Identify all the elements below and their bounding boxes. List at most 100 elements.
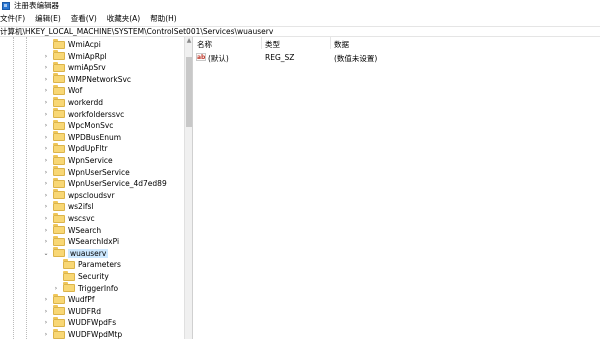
folder-icon: [53, 38, 65, 49]
expand-icon[interactable]: ›: [42, 237, 50, 247]
tree-node[interactable]: › WUDFRd: [42, 305, 101, 317]
folder-icon: [53, 119, 65, 130]
expand-icon[interactable]: ›: [42, 132, 50, 142]
folder-icon: [53, 131, 65, 142]
expand-icon[interactable]: ›: [42, 306, 50, 316]
expand-icon[interactable]: ›: [42, 144, 50, 154]
no-expander: [42, 40, 50, 50]
folder-icon: [53, 154, 65, 165]
tree-node[interactable]: › wpscloudsvr: [42, 189, 115, 201]
expand-icon[interactable]: ›: [42, 318, 50, 328]
tree-node-label: WMPNetworkSvc: [68, 74, 132, 84]
folder-icon: [63, 282, 75, 293]
column-type-header[interactable]: 类型: [265, 39, 280, 50]
menu-file[interactable]: 文件(F): [0, 13, 29, 24]
expand-icon[interactable]: ›: [42, 202, 50, 212]
folder-icon: [53, 305, 65, 316]
tree-scrollbar[interactable]: ▲: [184, 37, 192, 339]
tree-node[interactable]: › workfolderssvc: [42, 108, 124, 120]
menu-edit[interactable]: 编辑(E): [35, 13, 65, 24]
expand-icon[interactable]: ›: [42, 190, 50, 200]
expand-icon[interactable]: ›: [42, 295, 50, 305]
column-divider[interactable]: [330, 37, 331, 49]
expand-icon[interactable]: ›: [42, 63, 50, 73]
tree-node[interactable]: › WpnService: [42, 154, 113, 166]
expand-icon[interactable]: ›: [42, 86, 50, 96]
tree-node-label: WudfPf: [68, 295, 95, 305]
tree-node[interactable]: › workerdd: [42, 96, 103, 108]
key-tree[interactable]: WmiAcpi › WmiApRpl › wmiApSrv › WMPNetworkSvc ›…: [0, 37, 191, 339]
expand-icon[interactable]: ›: [42, 167, 50, 177]
value-row[interactable]: ab (默认) REG_SZ (数值未设置): [193, 52, 600, 63]
tree-node-label: WPDBusEnum: [68, 132, 122, 142]
menu-favorites[interactable]: 收藏夹(A): [107, 13, 144, 24]
tree-guide-line: [26, 37, 27, 339]
tree-node[interactable]: › WmiApRpl: [42, 50, 107, 62]
tree-node[interactable]: › Wof: [42, 84, 82, 96]
folder-icon: [53, 73, 65, 84]
tree-node[interactable]: › wscsvc: [42, 212, 95, 224]
expand-icon[interactable]: ›: [42, 98, 50, 108]
address-bar[interactable]: 计算机\HKEY_LOCAL_MACHINE\SYSTEM\ControlSet…: [0, 26, 600, 37]
tree-node[interactable]: › ws2ifsl: [42, 200, 94, 212]
tree-node-label: WUDFWpdMtp: [68, 330, 123, 339]
expand-icon[interactable]: ›: [42, 156, 50, 166]
registry-editor-icon: [2, 1, 10, 10]
folder-icon: [53, 328, 65, 339]
tree-node[interactable]: › WPDBusEnum: [42, 131, 122, 143]
expand-icon[interactable]: ›: [42, 179, 50, 189]
tree-node[interactable]: Security: [52, 270, 109, 282]
column-data-header[interactable]: 数据: [334, 39, 349, 50]
tree-node-label: wmiApSrv: [68, 63, 106, 73]
tree-node-label: WmiAcpi: [68, 40, 101, 49]
tree-node[interactable]: › WUDFWpdMtp: [42, 328, 123, 339]
menu-view[interactable]: 查看(V): [71, 13, 101, 24]
tree-node[interactable]: › WSearchIdxPi: [42, 235, 120, 247]
tree-node-label: WmiApRpl: [68, 51, 107, 61]
tree-node[interactable]: › WpdUpFltr: [42, 142, 108, 154]
folder-icon: [53, 166, 65, 177]
tree-node[interactable]: WmiAcpi: [42, 38, 101, 50]
expand-icon[interactable]: ›: [42, 330, 50, 339]
values-list[interactable]: 名称 类型 数据 ab (默认) REG_SZ (数值未设置): [193, 37, 600, 339]
folder-icon: [53, 247, 65, 258]
value-name: (默认): [208, 54, 229, 63]
tree-node-label: wpscloudsvr: [68, 190, 115, 200]
collapse-icon[interactable]: ⌄: [42, 248, 50, 258]
no-expander: [52, 272, 60, 282]
folder-icon: [53, 212, 65, 223]
tree-node[interactable]: › WUDFWpdFs: [42, 316, 117, 328]
column-divider[interactable]: [261, 37, 262, 49]
tree-node[interactable]: › WMPNetworkSvc: [42, 73, 132, 85]
tree-node[interactable]: › wmiApSrv: [42, 61, 106, 73]
expand-icon[interactable]: ›: [52, 283, 60, 293]
tree-node[interactable]: › WSearch: [42, 224, 101, 236]
expand-icon[interactable]: ›: [42, 51, 50, 61]
expand-icon[interactable]: ›: [42, 214, 50, 224]
expand-icon[interactable]: ›: [42, 74, 50, 84]
menu-bar: 文件(F) 编辑(E) 查看(V) 收藏夹(A) 帮助(H): [0, 12, 600, 24]
expand-icon[interactable]: ›: [42, 225, 50, 235]
tree-node[interactable]: › WudfPf: [42, 293, 95, 305]
tree-node-label: wscsvc: [68, 214, 95, 223]
value-type: REG_SZ: [265, 53, 295, 62]
string-value-icon: ab: [196, 53, 206, 61]
tree-node[interactable]: › WpnUserService_4d7ed89: [42, 177, 167, 189]
column-name-header[interactable]: 名称: [197, 39, 212, 50]
tree-node-label: WSearchIdxPi: [68, 237, 120, 247]
expand-icon[interactable]: ›: [42, 109, 50, 119]
tree-node-label: WpnService: [68, 156, 113, 165]
menu-help[interactable]: 帮助(H): [150, 13, 181, 24]
folder-icon: [53, 84, 65, 95]
tree-node[interactable]: › TriggerInfo: [52, 282, 118, 294]
tree-node-label: WpdUpFltr: [68, 144, 108, 154]
expand-icon[interactable]: ›: [42, 121, 50, 131]
folder-icon: [63, 270, 75, 281]
tree-node[interactable]: Parameters: [52, 258, 121, 270]
folder-icon: [53, 224, 65, 235]
tree-node[interactable]: › WpcMonSvc: [42, 119, 113, 131]
tree-node[interactable]: ⌄ wuauserv: [42, 247, 109, 259]
tree-node[interactable]: › WpnUserService: [42, 166, 130, 178]
tree-guide-line: [13, 37, 14, 339]
tree-node-label: WUDFWpdFs: [68, 318, 117, 328]
